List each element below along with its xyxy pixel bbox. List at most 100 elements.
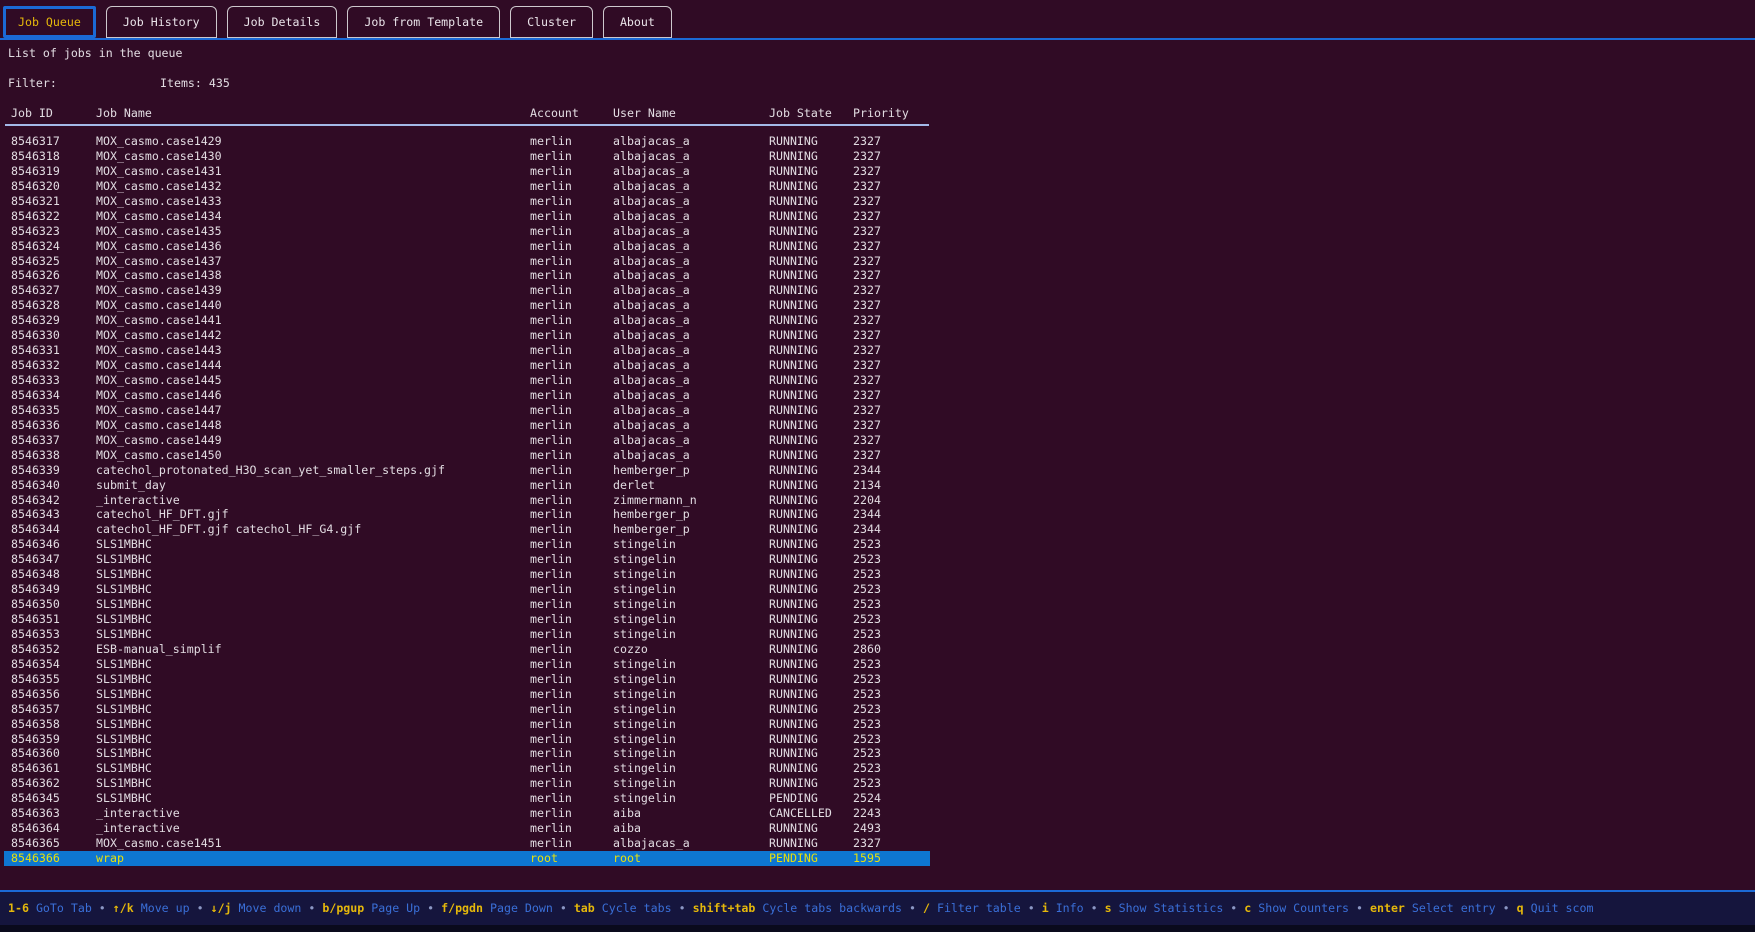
table-row[interactable]: 8546366wraprootrootPENDING1595 [0, 851, 930, 866]
table-row[interactable]: 8546332MOX_casmo.case1444merlinalbajacas… [0, 358, 930, 373]
priority-cell: 2523 [853, 612, 881, 627]
table-row[interactable]: 8546343catechol_HF_DFT.gjfmerlinhemberge… [0, 507, 930, 522]
table-row[interactable]: 8546336MOX_casmo.case1448merlinalbajacas… [0, 418, 930, 433]
table-row[interactable]: 8546329MOX_casmo.case1441merlinalbajacas… [0, 313, 930, 328]
table-row[interactable]: 8546351SLS1MBHCmerlinstingelinRUNNING252… [0, 612, 930, 627]
table-row[interactable]: 8546331MOX_casmo.case1443merlinalbajacas… [0, 343, 930, 358]
table-row[interactable]: 8546318MOX_casmo.case1430merlinalbajacas… [0, 149, 930, 164]
table-row[interactable]: 8546353SLS1MBHCmerlinstingelinRUNNING252… [0, 627, 930, 642]
table-row[interactable]: 8546323MOX_casmo.case1435merlinalbajacas… [0, 224, 930, 239]
table-row[interactable]: 8546347SLS1MBHCmerlinstingelinRUNNING252… [0, 552, 930, 567]
table-row[interactable]: 8546356SLS1MBHCmerlinstingelinRUNNING252… [0, 687, 930, 702]
user-name-cell: albajacas_a [613, 209, 690, 224]
table-row[interactable]: 8546344catechol_HF_DFT.gjf catechol_HF_G… [0, 522, 930, 537]
job-id-cell: 8546356 [11, 687, 60, 702]
table-row[interactable]: 8546320MOX_casmo.case1432merlinalbajacas… [0, 179, 930, 194]
help-separator: • [1091, 901, 1098, 915]
user-name-cell: stingelin [613, 582, 676, 597]
table-row[interactable]: 8546350SLS1MBHCmerlinstingelinRUNNING252… [0, 597, 930, 612]
table-row[interactable]: 8546342_interactivemerlinzimmermann_nRUN… [0, 493, 930, 508]
job-name-cell: SLS1MBHC [96, 582, 152, 597]
job-state-cell: RUNNING [769, 537, 818, 552]
help-separator: • [679, 901, 686, 915]
table-row[interactable]: 8546319MOX_casmo.case1431merlinalbajacas… [0, 164, 930, 179]
account-cell: merlin [530, 418, 572, 433]
user-name-cell: stingelin [613, 732, 676, 747]
table-row[interactable]: 8546333MOX_casmo.case1445merlinalbajacas… [0, 373, 930, 388]
tab-job-history[interactable]: Job History [106, 6, 217, 38]
help-key: b/pgup [322, 901, 364, 915]
table-row[interactable]: 8546349SLS1MBHCmerlinstingelinRUNNING252… [0, 582, 930, 597]
table-row[interactable]: 8546339catechol_protonated_H3O_scan_yet_… [0, 463, 930, 478]
user-name-cell: albajacas_a [613, 433, 690, 448]
job-state-cell: RUNNING [769, 388, 818, 403]
table-row[interactable]: 8546321MOX_casmo.case1433merlinalbajacas… [0, 194, 930, 209]
tab-job-queue[interactable]: Job Queue [3, 6, 96, 38]
job-id-cell: 8546362 [11, 776, 60, 791]
table-row[interactable]: 8546362SLS1MBHCmerlinstingelinRUNNING252… [0, 776, 930, 791]
table-row[interactable]: 8546345SLS1MBHCmerlinstingelinPENDING252… [0, 791, 930, 806]
job-state-cell: RUNNING [769, 224, 818, 239]
job-state-cell: RUNNING [769, 627, 818, 642]
job-id-cell: 8546327 [11, 283, 60, 298]
job-state-cell: RUNNING [769, 164, 818, 179]
help-separator: • [1230, 901, 1237, 915]
job-state-cell: CANCELLED [769, 806, 832, 821]
tab-job-from-template[interactable]: Job from Template [347, 6, 500, 38]
table-row[interactable]: 8546363_interactivemerlinaibaCANCELLED22… [0, 806, 930, 821]
table-row[interactable]: 8546348SLS1MBHCmerlinstingelinRUNNING252… [0, 567, 930, 582]
job-name-cell: MOX_casmo.case1429 [96, 134, 222, 149]
table-row[interactable]: 8546325MOX_casmo.case1437merlinalbajacas… [0, 254, 930, 269]
table-row[interactable]: 8546326MOX_casmo.case1438merlinalbajacas… [0, 268, 930, 283]
job-state-cell: RUNNING [769, 522, 818, 537]
table-row[interactable]: 8546354SLS1MBHCmerlinstingelinRUNNING252… [0, 657, 930, 672]
table-row[interactable]: 8546322MOX_casmo.case1434merlinalbajacas… [0, 209, 930, 224]
job-state-cell: RUNNING [769, 507, 818, 522]
job-id-cell: 8546364 [11, 821, 60, 836]
user-name-cell: stingelin [613, 537, 676, 552]
account-cell: merlin [530, 612, 572, 627]
priority-cell: 2327 [853, 358, 881, 373]
table-row[interactable]: 8546360SLS1MBHCmerlinstingelinRUNNING252… [0, 746, 930, 761]
table-row[interactable]: 8546330MOX_casmo.case1442merlinalbajacas… [0, 328, 930, 343]
job-state-cell: RUNNING [769, 254, 818, 269]
user-name-cell: albajacas_a [613, 343, 690, 358]
job-name-cell: SLS1MBHC [96, 612, 152, 627]
table-row[interactable]: 8546328MOX_casmo.case1440merlinalbajacas… [0, 298, 930, 313]
help-desc: Move down [239, 901, 302, 915]
table-row[interactable]: 8546352ESB-manual_simplifmerlincozzoRUNN… [0, 642, 930, 657]
table-row[interactable]: 8546338MOX_casmo.case1450merlinalbajacas… [0, 448, 930, 463]
user-name-cell: albajacas_a [613, 313, 690, 328]
table-row[interactable]: 8546324MOX_casmo.case1436merlinalbajacas… [0, 239, 930, 254]
table-row[interactable]: 8546346SLS1MBHCmerlinstingelinRUNNING252… [0, 537, 930, 552]
job-state-cell: RUNNING [769, 448, 818, 463]
user-name-cell: stingelin [613, 717, 676, 732]
table-row[interactable]: 8546340submit_daymerlinderletRUNNING2134 [0, 478, 930, 493]
table-row[interactable]: 8546327MOX_casmo.case1439merlinalbajacas… [0, 283, 930, 298]
table-row[interactable]: 8546359SLS1MBHCmerlinstingelinRUNNING252… [0, 732, 930, 747]
footer-strip [0, 925, 1755, 932]
table-row[interactable]: 8546358SLS1MBHCmerlinstingelinRUNNING252… [0, 717, 930, 732]
account-cell: merlin [530, 134, 572, 149]
account-cell: merlin [530, 522, 572, 537]
table-row[interactable]: 8546355SLS1MBHCmerlinstingelinRUNNING252… [0, 672, 930, 687]
job-name-cell: SLS1MBHC [96, 657, 152, 672]
table-row[interactable]: 8546334MOX_casmo.case1446merlinalbajacas… [0, 388, 930, 403]
job-id-cell: 8546323 [11, 224, 60, 239]
tab-about[interactable]: About [603, 6, 672, 38]
table-row[interactable]: 8546335MOX_casmo.case1447merlinalbajacas… [0, 403, 930, 418]
priority-cell: 2523 [853, 687, 881, 702]
table-row[interactable]: 8546337MOX_casmo.case1449merlinalbajacas… [0, 433, 930, 448]
user-name-cell: stingelin [613, 567, 676, 582]
priority-cell: 2344 [853, 522, 881, 537]
table-row[interactable]: 8546357SLS1MBHCmerlinstingelinRUNNING252… [0, 702, 930, 717]
tab-job-details[interactable]: Job Details [227, 6, 338, 38]
tab-cluster[interactable]: Cluster [510, 6, 593, 38]
table-row[interactable]: 8546317MOX_casmo.case1429merlinalbajacas… [0, 134, 930, 149]
table-row[interactable]: 8546364_interactivemerlinaibaRUNNING2493 [0, 821, 930, 836]
job-id-cell: 8546360 [11, 746, 60, 761]
table-row[interactable]: 8546365MOX_casmo.case1451merlinalbajacas… [0, 836, 930, 851]
table-row[interactable]: 8546361SLS1MBHCmerlinstingelinRUNNING252… [0, 761, 930, 776]
account-cell: merlin [530, 657, 572, 672]
filter-input[interactable] [72, 76, 152, 91]
